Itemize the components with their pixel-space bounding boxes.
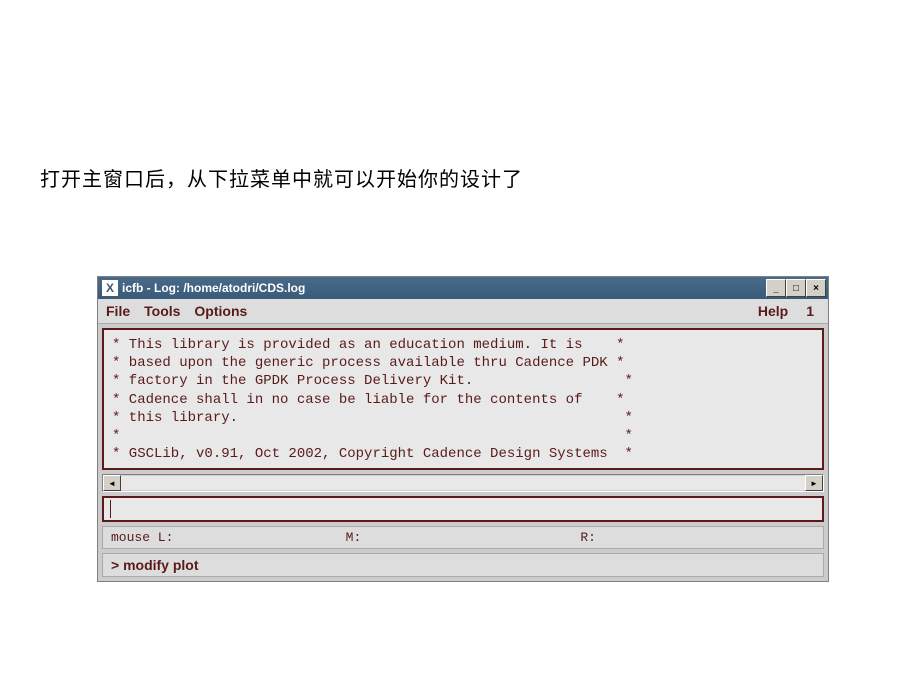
mouse-middle-hint: M: (346, 530, 581, 545)
menu-help[interactable]: Help (758, 303, 788, 319)
command-input[interactable] (102, 496, 824, 522)
scroll-right-button[interactable]: ► (805, 475, 823, 491)
text-cursor-icon (110, 500, 111, 518)
log-line: * this library. * (112, 409, 814, 427)
scroll-track[interactable] (121, 476, 805, 490)
log-line: * based upon the generic process availab… (112, 354, 814, 372)
log-line: * Cadence shall in no case be liable for… (112, 391, 814, 409)
maximize-button[interactable]: □ (786, 279, 806, 297)
menu-right-group: Help 1 (758, 303, 820, 319)
mouse-left-hint: mouse L: (111, 530, 346, 545)
window-controls: _ □ × (766, 279, 826, 297)
menubar: File Tools Options Help 1 (98, 299, 828, 324)
menu-file[interactable]: File (106, 303, 130, 319)
status-bar: > modify plot (102, 553, 824, 577)
menu-window-number[interactable]: 1 (800, 303, 820, 319)
titlebar[interactable]: X icfb - Log: /home/atodri/CDS.log _ □ × (98, 277, 828, 299)
log-output-panel: * This library is provided as an educati… (102, 328, 824, 470)
menu-tools[interactable]: Tools (144, 303, 180, 319)
log-line: * GSCLib, v0.91, Oct 2002, Copyright Cad… (112, 445, 814, 463)
log-line: * This library is provided as an educati… (112, 336, 814, 354)
app-icon: X (102, 280, 118, 296)
log-line: * factory in the GPDK Process Delivery K… (112, 372, 814, 390)
mouse-hint-panel: mouse L: M: R: (102, 526, 824, 549)
icfb-main-window: X icfb - Log: /home/atodri/CDS.log _ □ ×… (97, 276, 829, 582)
horizontal-scrollbar[interactable]: ◄ ► (102, 474, 824, 492)
log-line: * * (112, 427, 814, 445)
scroll-left-button[interactable]: ◄ (103, 475, 121, 491)
intro-text: 打开主窗口后，从下拉菜单中就可以开始你的设计了 (40, 163, 523, 192)
minimize-button[interactable]: _ (766, 279, 786, 297)
mouse-right-hint: R: (580, 530, 815, 545)
close-button[interactable]: × (806, 279, 826, 297)
menu-options[interactable]: Options (194, 303, 247, 319)
window-title: icfb - Log: /home/atodri/CDS.log (122, 281, 305, 295)
